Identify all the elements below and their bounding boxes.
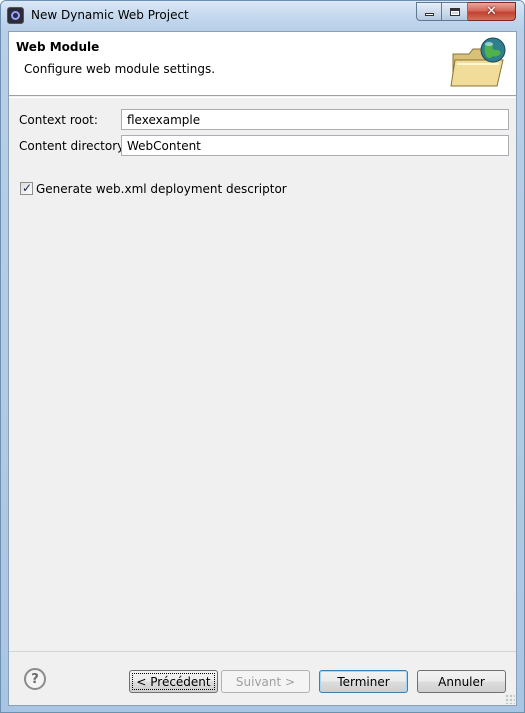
minimize-icon <box>424 13 434 16</box>
back-button[interactable]: < Précédent <box>129 670 218 693</box>
web-folder-icon <box>450 37 506 87</box>
cancel-button[interactable]: Annuler <box>417 670 506 693</box>
banner-separator <box>9 97 516 98</box>
wizard-banner: Web Module Configure web module settings… <box>9 32 516 96</box>
next-button[interactable]: Suivant > <box>221 670 310 693</box>
content-directory-label: Content directory: <box>19 139 128 153</box>
context-root-label: Context root: <box>19 113 98 127</box>
close-icon: ✕ <box>486 4 497 19</box>
help-button[interactable]: ? <box>24 668 46 690</box>
maximize-button[interactable] <box>442 2 468 21</box>
window-title: New Dynamic Web Project <box>31 8 189 22</box>
maximize-icon <box>449 7 460 16</box>
button-bar-separator <box>9 651 516 652</box>
title-bar[interactable]: New Dynamic Web Project ✕ <box>1 1 524 31</box>
dialog-window: New Dynamic Web Project ✕ Web Module Con… <box>0 0 525 713</box>
minimize-button[interactable] <box>416 2 442 21</box>
generate-web-xml-label[interactable]: Generate web.xml deployment descriptor <box>36 182 287 196</box>
page-title: Web Module <box>16 40 100 54</box>
generate-web-xml-checkbox[interactable] <box>20 181 33 195</box>
page-description: Configure web module settings. <box>24 62 216 76</box>
eclipse-icon <box>7 7 24 24</box>
resize-grip[interactable] <box>505 694 515 704</box>
close-button[interactable]: ✕ <box>468 2 516 21</box>
dialog-body: Web Module Configure web module settings… <box>8 31 517 706</box>
context-root-input[interactable] <box>121 109 509 130</box>
finish-button[interactable]: Terminer <box>319 670 408 693</box>
help-icon: ? <box>31 671 39 687</box>
content-directory-input[interactable] <box>121 135 509 156</box>
